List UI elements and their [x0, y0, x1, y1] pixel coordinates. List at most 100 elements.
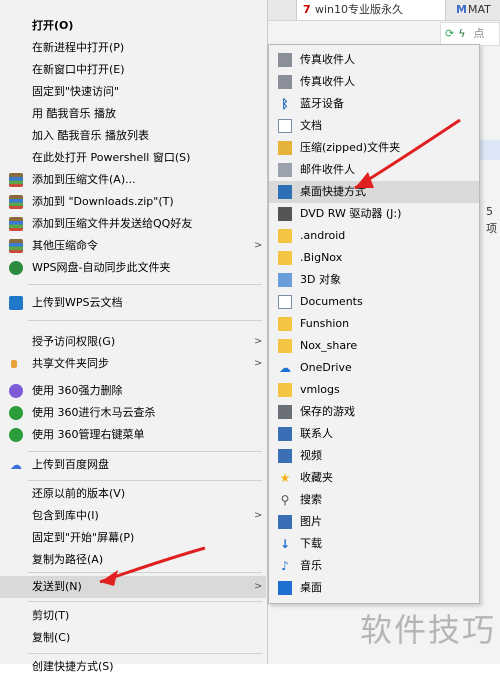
send-to-3d-objects[interactable]: 3D 对象: [269, 269, 479, 291]
saved-games-icon: [278, 405, 292, 419]
tab-1-label: win10专业版永久: [315, 3, 404, 16]
menu-item-add-to-zip[interactable]: 添加到 "Downloads.zip"(T): [0, 191, 266, 213]
menu-separator: [28, 653, 262, 654]
lightning-icon[interactable]: ϟ: [458, 27, 465, 40]
menu-item-360-scan[interactable]: 使用 360进行木马云查杀: [0, 402, 266, 424]
send-to-folder-funshion[interactable]: Funshion: [269, 313, 479, 335]
menu-item-kuwo-playlist[interactable]: 加入 酷我音乐 播放列表: [0, 125, 266, 147]
menu-item-baidu-upload[interactable]: ☁ 上传到百度网盘: [0, 454, 266, 476]
dvd-drive-icon: [278, 207, 292, 221]
menu-item-open-new-process[interactable]: 在新进程中打开(P): [0, 37, 266, 59]
send-to-desktop[interactable]: 桌面: [269, 577, 479, 599]
menu-item-include-library[interactable]: 包含到库中(I) >: [0, 505, 266, 527]
menu-item-restore-versions[interactable]: 还原以前的版本(V): [0, 483, 266, 505]
send-to-onedrive[interactable]: ☁ OneDrive: [269, 357, 479, 379]
send-to-documents[interactable]: 文档: [269, 115, 479, 137]
menu-item-pin-quick-access[interactable]: 固定到"快速访问": [0, 81, 266, 103]
360-manage-icon: [9, 428, 23, 442]
360-delete-icon: [9, 384, 23, 398]
chevron-right-icon: >: [254, 336, 263, 347]
menu-item-pin-start[interactable]: 固定到"开始"屏幕(P): [0, 527, 266, 549]
send-to-fax-recipient[interactable]: 传真收件人: [269, 49, 479, 71]
send-to-downloads[interactable]: ↓ 下载: [269, 533, 479, 555]
wps-doc-icon: [9, 296, 23, 310]
fax-icon: [278, 75, 292, 89]
desktop-icon: [278, 581, 292, 595]
folder-icon: [278, 229, 292, 243]
send-to-documents-folder[interactable]: Documents: [269, 291, 479, 313]
music-icon: ♪: [281, 559, 289, 573]
send-to-folder-android[interactable]: .android: [269, 225, 479, 247]
menu-item-send-to[interactable]: 发送到(N) >: [0, 576, 266, 598]
archive-icon: [9, 239, 23, 253]
menu-separator: [28, 451, 262, 452]
send-to-contacts[interactable]: 联系人: [269, 423, 479, 445]
menu-item-copy-path[interactable]: 复制为路径(A): [0, 549, 266, 571]
fax-icon: [278, 53, 292, 67]
onedrive-icon: ☁: [279, 361, 291, 375]
baidu-netdisk-icon: ☁: [10, 458, 22, 472]
archive-icon: [9, 173, 23, 187]
menu-item-open[interactable]: 打开(O): [0, 15, 266, 37]
favorites-icon: ★: [279, 471, 291, 485]
3d-objects-icon: [278, 273, 292, 287]
send-to-dvd-drive[interactable]: DVD RW 驱动器 (J:): [269, 203, 479, 225]
chevron-right-icon: >: [254, 240, 263, 251]
send-to-fax-recipient-2[interactable]: 传真收件人: [269, 71, 479, 93]
menu-item-other-compress[interactable]: 其他压缩命令 >: [0, 235, 266, 257]
send-to-mail-recipient[interactable]: 邮件收件人: [269, 159, 479, 181]
chevron-right-icon: >: [254, 358, 263, 369]
folder-icon: [278, 251, 292, 265]
background-text: 项: [486, 222, 497, 235]
background-text: 5: [486, 205, 493, 218]
zip-folder-icon: [278, 141, 292, 155]
send-to-folder-bignox[interactable]: .BigNox: [269, 247, 479, 269]
watermark: 软件技巧: [360, 611, 497, 649]
menu-item-open-new-window[interactable]: 在新窗口中打开(E): [0, 59, 266, 81]
send-to-music[interactable]: ♪ 音乐: [269, 555, 479, 577]
menu-item-kuwo-play[interactable]: 用 酷我音乐 播放: [0, 103, 266, 125]
send-to-zip-folder[interactable]: 压缩(zipped)文件夹: [269, 137, 479, 159]
address-tail: 点: [473, 27, 485, 40]
menu-item-add-to-archive[interactable]: 添加到压缩文件(A)...: [0, 169, 266, 191]
send-to-folder-nox-share[interactable]: Nox_share: [269, 335, 479, 357]
document-icon: [278, 295, 292, 309]
menu-separator: [28, 284, 262, 285]
menu-separator: [28, 480, 262, 481]
menu-item-create-shortcut[interactable]: 创建快捷方式(S): [0, 656, 266, 678]
menu-item-powershell[interactable]: 在此处打开 Powershell 窗口(S): [0, 147, 266, 169]
menu-item-cut[interactable]: 剪切(T): [0, 605, 266, 627]
menu-item-upload-wps[interactable]: 上传到WPS云文档: [0, 292, 266, 314]
menu-item-archive-send-qq[interactable]: 添加到压缩文件并发送给QQ好友: [0, 213, 266, 235]
folder-icon: [278, 339, 292, 353]
chevron-right-icon: >: [254, 581, 263, 592]
mail-icon: [278, 163, 292, 177]
browser-tab-1[interactable]: 7 win10专业版永久: [296, 0, 446, 20]
send-to-favorites[interactable]: ★ 收藏夹: [269, 467, 479, 489]
menu-item-share-sync[interactable]: 共享文件夹同步 >: [0, 353, 266, 375]
chevron-right-icon: >: [254, 510, 263, 521]
share-sync-icon: [11, 360, 17, 368]
send-to-pictures[interactable]: 图片: [269, 511, 479, 533]
menu-item-360-manage[interactable]: 使用 360管理右键菜单: [0, 424, 266, 446]
menu-item-360-delete[interactable]: 使用 360强力删除: [0, 380, 266, 402]
video-icon: [278, 449, 292, 463]
download-icon: ↓: [279, 537, 291, 551]
browser-tab-2[interactable]: MMAT: [452, 0, 500, 20]
send-to-folder-vmlogs[interactable]: vmlogs: [269, 379, 479, 401]
send-to-searches[interactable]: ⚲ 搜索: [269, 489, 479, 511]
menu-item-wps-sync[interactable]: WPS网盘-自动同步此文件夹: [0, 257, 266, 279]
send-to-bluetooth[interactable]: ᛒ 蓝牙设备: [269, 93, 479, 115]
search-icon: ⚲: [280, 493, 290, 507]
menu-separator: [28, 601, 262, 602]
send-to-desktop-shortcut[interactable]: 桌面快捷方式: [269, 181, 479, 203]
send-to-submenu: 传真收件人 传真收件人 ᛒ 蓝牙设备 文档 压缩(zipped)文件夹 邮件收件人…: [268, 44, 480, 604]
archive-icon: [9, 217, 23, 231]
send-to-saved-games[interactable]: 保存的游戏: [269, 401, 479, 423]
address-bar[interactable]: ⟳ ϟ 点: [440, 22, 500, 46]
refresh-icon[interactable]: ⟳: [445, 27, 454, 40]
folder-icon: [278, 317, 292, 331]
menu-item-grant-access[interactable]: 授予访问权限(G) >: [0, 331, 266, 353]
menu-item-copy[interactable]: 复制(C): [0, 627, 266, 649]
send-to-videos[interactable]: 视频: [269, 445, 479, 467]
